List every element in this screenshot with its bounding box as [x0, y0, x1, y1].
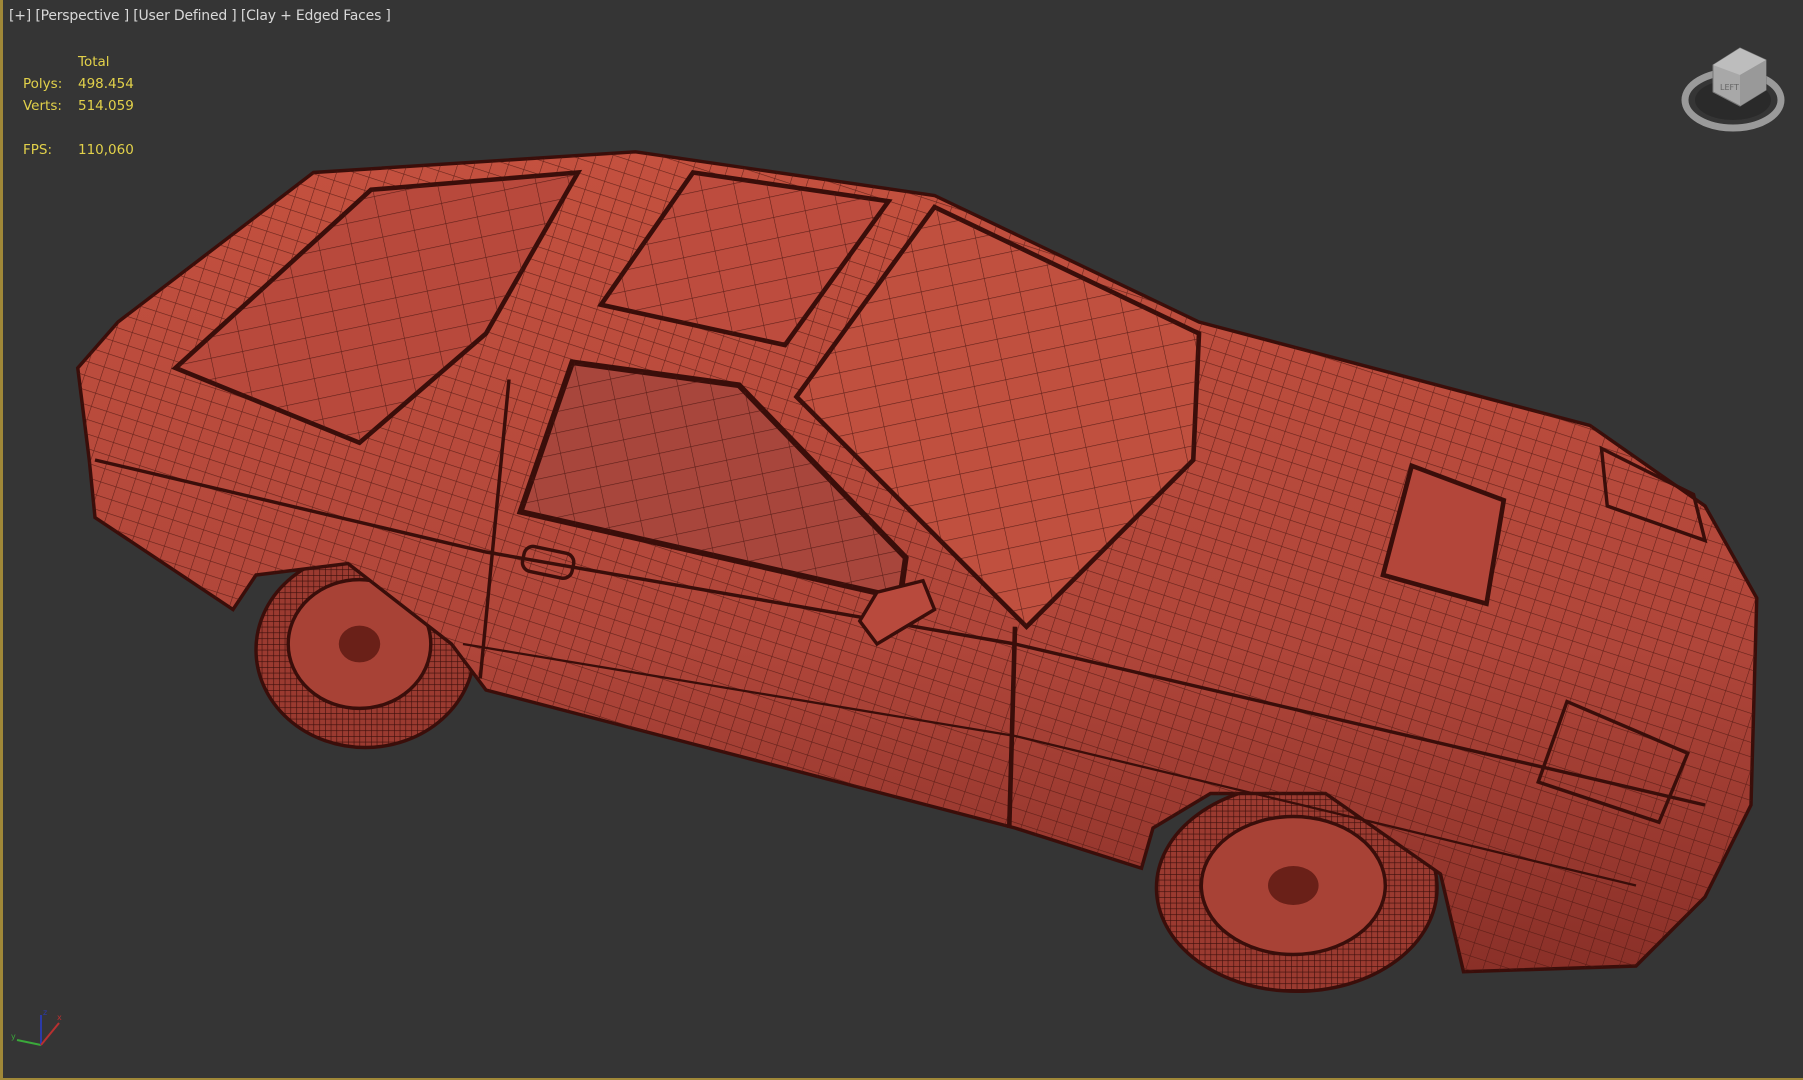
viewport-view-menu[interactable]: [Perspective ]	[35, 8, 129, 24]
fps-value: 110,060	[78, 142, 134, 158]
svg-text:y: y	[11, 1032, 16, 1041]
polys-label: Polys:	[23, 76, 63, 92]
fps-label: FPS:	[23, 142, 53, 158]
axis-tripod-icon: y z x	[11, 1008, 62, 1046]
viewcube[interactable]: LEFT	[1678, 40, 1798, 135]
stats-header: Total	[78, 54, 110, 70]
car-body	[75, 150, 1759, 974]
svg-text:x: x	[57, 1013, 62, 1022]
verts-value: 514.059	[78, 98, 134, 114]
statistics-overlay: Total Polys: 498.454 Verts: 514.059 FPS: 11…	[23, 51, 134, 161]
viewport-shading-menu[interactable]: [Clay + Edged Faces ]	[241, 8, 391, 24]
polys-value: 498.454	[78, 76, 134, 92]
viewcube-face-label: LEFT	[1720, 83, 1739, 92]
viewport-label-menu: [+] [Perspective ] [User Defined ] [Clay…	[9, 8, 391, 24]
viewport-camera-menu[interactable]: [User Defined ]	[133, 8, 237, 24]
verts-label: Verts:	[23, 98, 62, 114]
svg-text:z: z	[43, 1008, 47, 1017]
car-model	[75, 150, 1759, 994]
viewport-plus-menu[interactable]: [+]	[9, 8, 31, 24]
perspective-viewport[interactable]: [+] [Perspective ] [User Defined ] [Clay…	[0, 0, 1803, 1080]
